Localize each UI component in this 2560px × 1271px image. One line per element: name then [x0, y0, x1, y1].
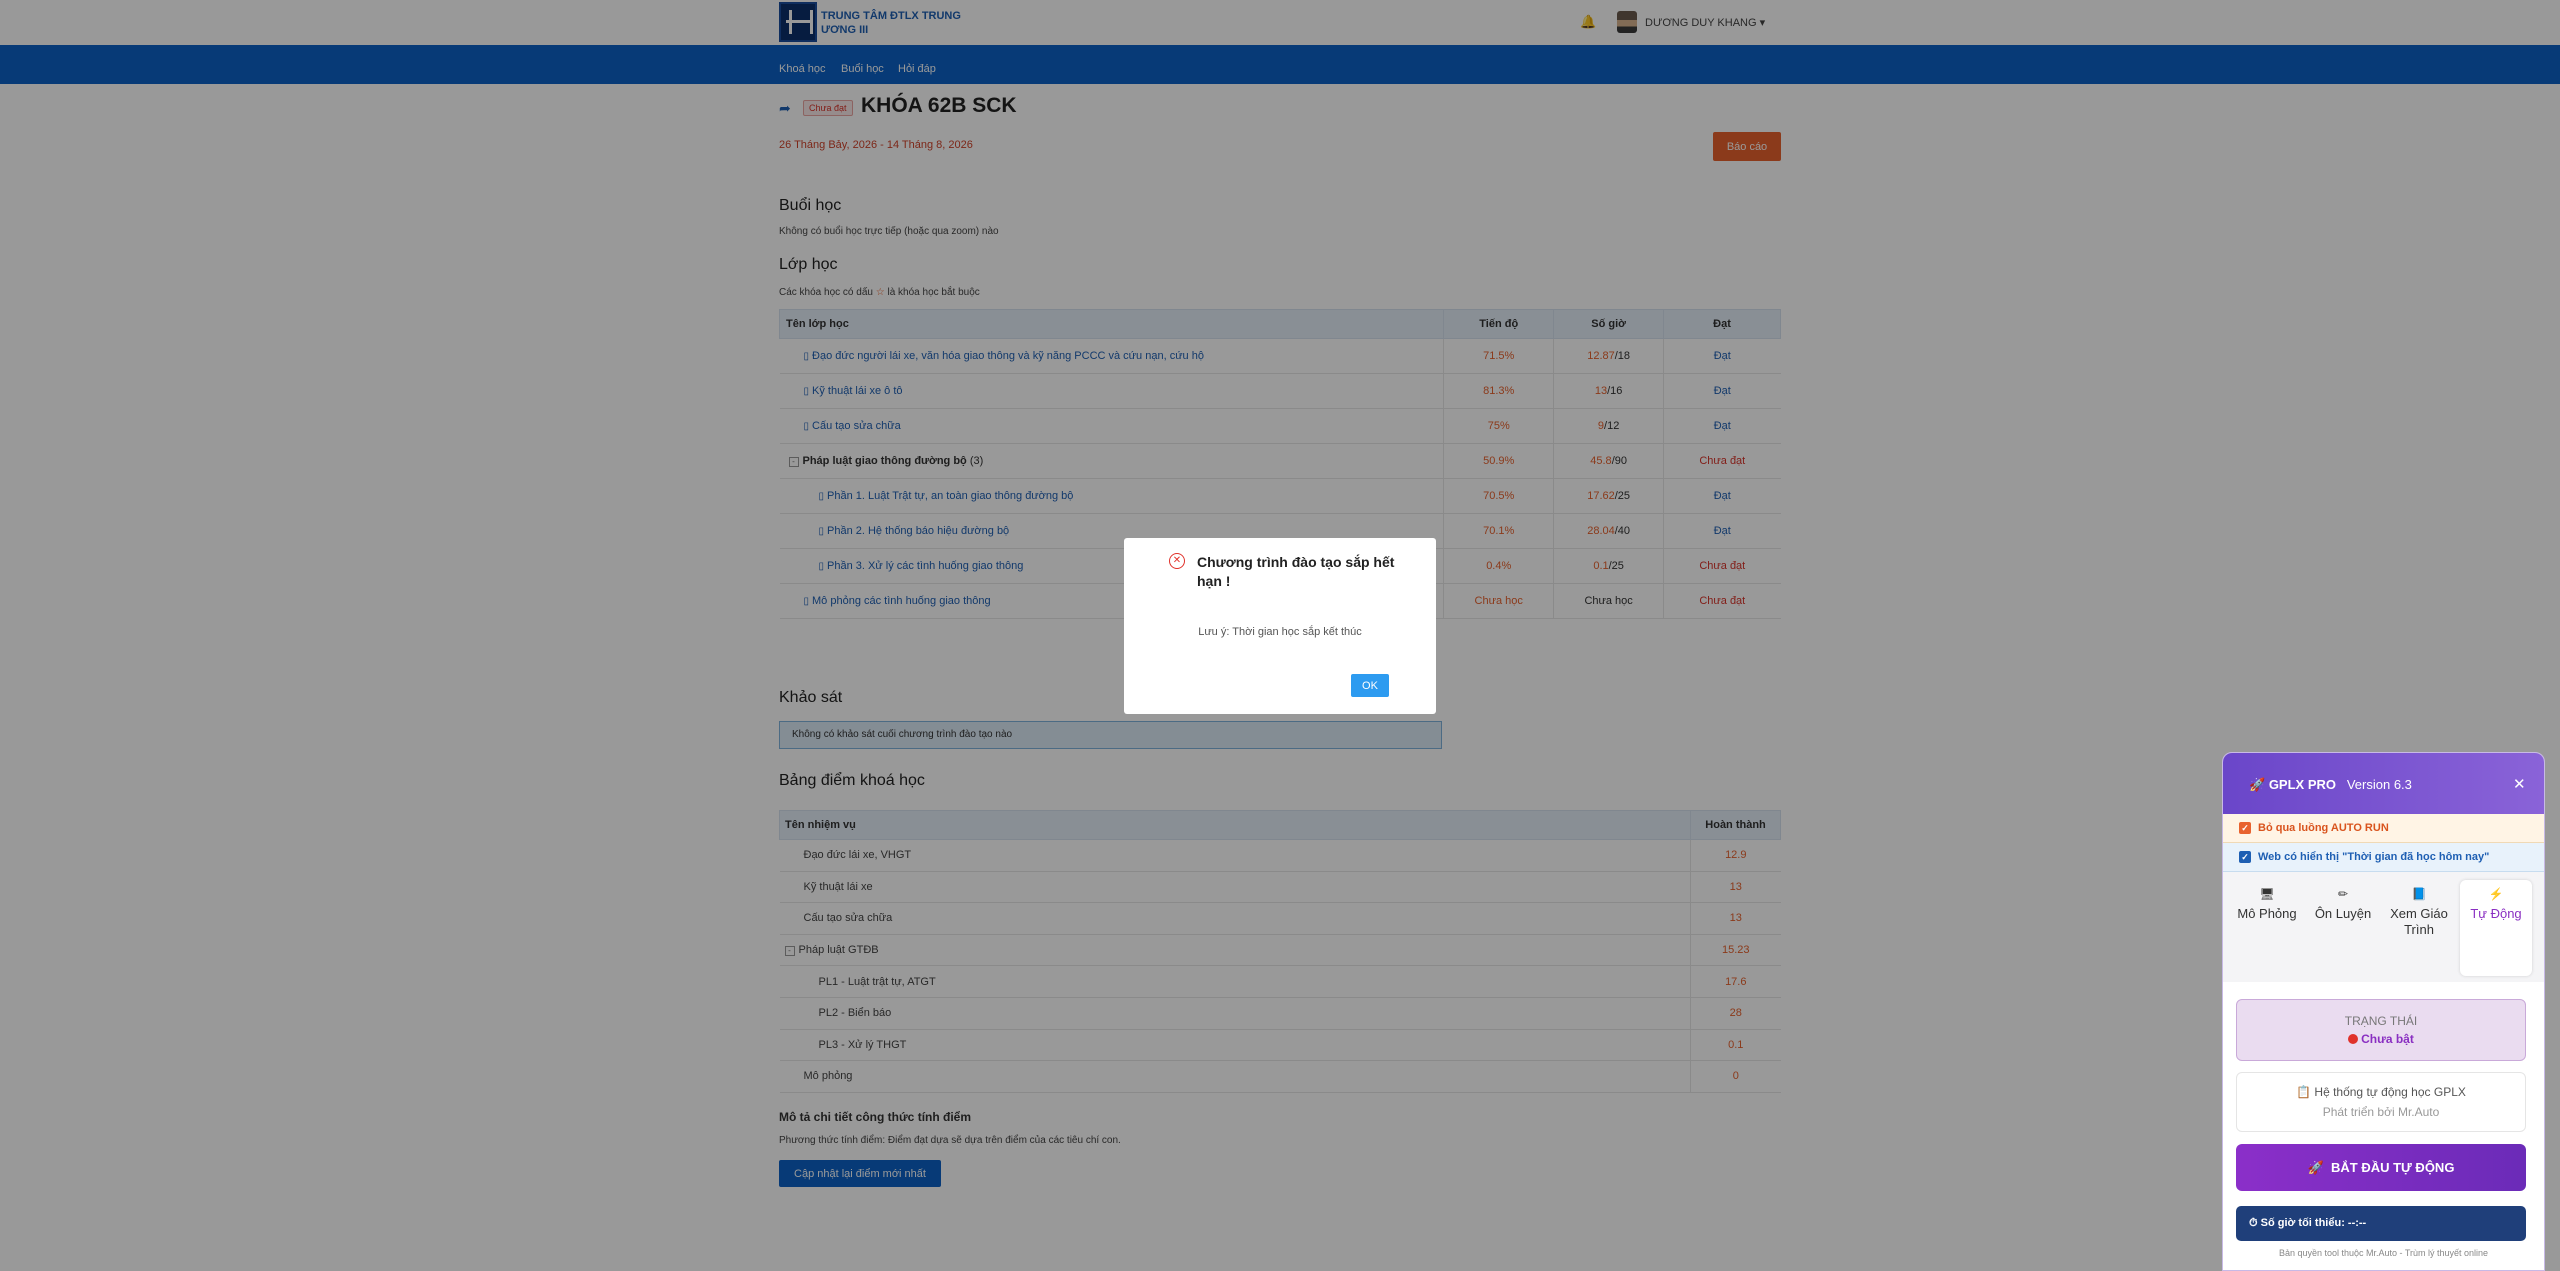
panel-version: Version 6.3 [2346, 777, 2412, 792]
clipboard-icon: 📋 [2296, 1085, 2312, 1099]
tab-practice[interactable]: ✏ Ôn Luyện [2307, 880, 2379, 976]
status-label: TRẠNG THÁI [2344, 1014, 2418, 1028]
tab-auto[interactable]: ⚡ Tự Động [2460, 880, 2532, 976]
panel-title: 🚀 GPLX PRO Version 6.3 [2249, 777, 2412, 792]
info-card: 📋 Hệ thống tự động học GPLX Phát triển b… [2236, 1072, 2526, 1132]
min-hours-bar: ⏱ Số giờ tối thiểu: --:-- [2236, 1206, 2526, 1241]
ok-button[interactable]: OK [1351, 674, 1389, 697]
rocket-icon: 🚀 [2249, 777, 2266, 792]
panel-tabs: 🖥 Mô Phỏng ✏ Ôn Luyện 📘 Xem Giáo Trình ⚡ Tự … [2223, 872, 2544, 982]
dialog-title: Chương trình đào tạo sắp hết hạn ! [1197, 554, 1395, 589]
error-icon: ✕ [1169, 553, 1185, 569]
show-time-option[interactable]: ✓ Web có hiển thị "Thời gian đã học hôm … [2223, 843, 2544, 872]
tab-curriculum[interactable]: 📘 Xem Giáo Trình [2383, 880, 2455, 976]
status-dot-icon [2348, 1034, 2359, 1044]
status-card: TRẠNG THÁI Chưa bật [2236, 999, 2526, 1061]
status-value: Chưa bật [2237, 1032, 2525, 1046]
expiry-dialog: ✕ Chương trình đào tạo sắp hết hạn ! Lưu… [1124, 538, 1436, 714]
rocket-icon: 🚀 [2307, 1159, 2324, 1175]
monitor-icon: 🖥 [2259, 887, 2275, 901]
info-subtitle: Phát triển bởi Mr.Auto [2322, 1105, 2440, 1119]
checkbox-icon[interactable]: ✓ [2239, 851, 2251, 863]
pencil-icon: ✏ [2337, 887, 2349, 901]
info-title: 📋 Hệ thống tự động học GPLX [2296, 1085, 2466, 1099]
start-auto-button[interactable]: 🚀 BẮT ĐẦU TỰ ĐỘNG [2236, 1144, 2526, 1191]
panel-footer: Bản quyền tool thuộc Mr.Auto - Trùm lý t… [2278, 1248, 2489, 1258]
gplx-pro-panel: 🚀 GPLX PRO Version 6.3 ✕ ✓ Bỏ qua luồng … [2222, 752, 2545, 1271]
clock-icon: ⏱ [2249, 1217, 2258, 1229]
lightning-icon: ⚡ [2488, 887, 2504, 901]
tab-simulation[interactable]: 🖥 Mô Phỏng [2231, 880, 2303, 976]
book-icon: 📘 [2411, 887, 2427, 901]
panel-header: 🚀 GPLX PRO Version 6.3 ✕ [2223, 753, 2544, 814]
dialog-message: Lưu ý: Thời gian học sắp kết thúc [1198, 626, 1362, 638]
close-icon[interactable]: ✕ [2513, 775, 2526, 793]
skip-autorun-option[interactable]: ✓ Bỏ qua luồng AUTO RUN [2223, 814, 2544, 843]
checkbox-icon[interactable]: ✓ [2239, 822, 2251, 834]
